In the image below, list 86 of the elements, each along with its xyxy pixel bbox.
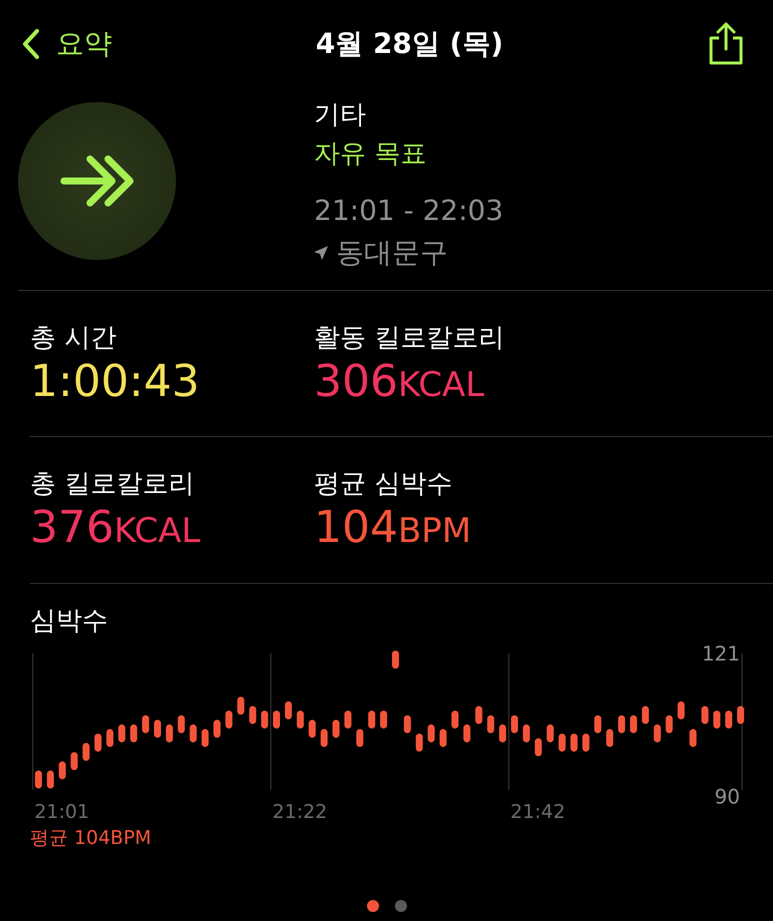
heart-rate-point [570,733,578,752]
heart-rate-point [582,733,590,752]
heart-rate-point [499,724,506,742]
heart-rate-point [296,710,304,728]
heart-rate-point [618,714,626,733]
back-button[interactable]: 요약 [22,23,112,65]
heart-rate-point [142,714,150,733]
heart-rate-point [237,696,244,715]
x-axis-label: 21:42 [510,800,566,823]
x-axis-label: 21:22 [272,800,328,823]
average-label: 평균 104BPM [30,826,152,851]
time-range: 21:01 - 22:03 [314,193,504,229]
y-axis-label: 121 [702,641,740,666]
heart-rate-point [666,714,673,733]
heart-rate-point [368,710,376,728]
heart-rate-point [178,714,185,733]
heart-rate-point [642,706,649,724]
y-axis-label: 90 [714,784,740,808]
page-title: 4월 28일 (목) [316,26,504,62]
stat-value: 376KCAL [30,504,202,553]
heart-rate-point [701,706,708,724]
heart-rate-point [606,728,614,747]
back-icon [22,28,40,60]
stat-label: 총 시간 [30,322,118,355]
heart-rate-point [320,728,328,747]
stat-label: 활동 킬로칼로리 [314,322,504,355]
heart-rate-point [511,714,518,733]
heart-rate-point [654,724,661,742]
page-dot[interactable] [366,900,378,912]
stat-value: 104BPM [314,504,472,553]
workout-goal: 자유 목표 [314,138,428,171]
stat-value: 306KCAL [314,358,486,406]
heart-rate-point [416,733,423,752]
heart-rate-point [166,724,173,742]
heart-rate-point [440,728,447,747]
heart-rate-point [713,710,720,728]
heart-rate-point [273,710,280,728]
heart-rate-point [546,724,554,742]
heart-rate-point [94,733,102,752]
heart-rate-point [452,710,458,728]
heart-rate-point [630,714,637,733]
heart-rate-point [558,733,566,752]
chart-title: 심박수 [30,604,109,638]
heart-rate-point [463,724,470,742]
share-button[interactable] [706,22,745,66]
page-dot[interactable] [394,900,406,912]
heart-rate-point [154,720,161,738]
x-axis-label: 21:01 [34,800,90,823]
heart-rate-point [308,720,316,738]
heart-rate-point [35,770,42,788]
stat-value: 1:00:43 [30,358,201,406]
location-icon [314,246,328,260]
heart-rate-point [725,710,732,728]
heart-rate-point [70,752,78,770]
heart-rate-point [225,710,232,728]
heart-rate-point [534,738,542,756]
heart-rate-point [190,724,197,742]
heart-rate-point [284,701,292,720]
workout-type: 기타 [314,99,367,132]
heart-rate-point [392,650,399,668]
location-text: 동대문구 [336,235,448,271]
heart-rate-point [332,720,340,738]
heart-rate-point [380,710,388,728]
heart-rate-point [261,710,268,728]
heart-rate-point [678,701,685,720]
heart-rate-point [404,714,411,733]
heart-rate-point [58,761,66,780]
heart-rate-point [344,710,352,728]
heart-rate-point [214,720,220,738]
heart-rate-point [690,728,696,747]
heart-rate-point [522,724,530,742]
heart-rate-point [82,742,90,761]
heart-rate-point [737,706,744,724]
stat-label: 평균 심박수 [314,468,454,502]
heart-rate-point [487,714,494,733]
heart-rate-point [594,714,602,733]
heart-rate-point [106,728,114,747]
heart-rate-point [428,724,435,742]
heart-rate-point [249,706,256,724]
heart-rate-point [46,770,54,788]
stat-label: 총 킬로칼로리 [30,468,196,502]
heart-rate-point [356,728,364,747]
heart-rate-point [118,724,126,742]
heart-rate-point [130,724,138,742]
heart-rate-point [475,706,482,724]
heart-rate-point [202,728,209,747]
